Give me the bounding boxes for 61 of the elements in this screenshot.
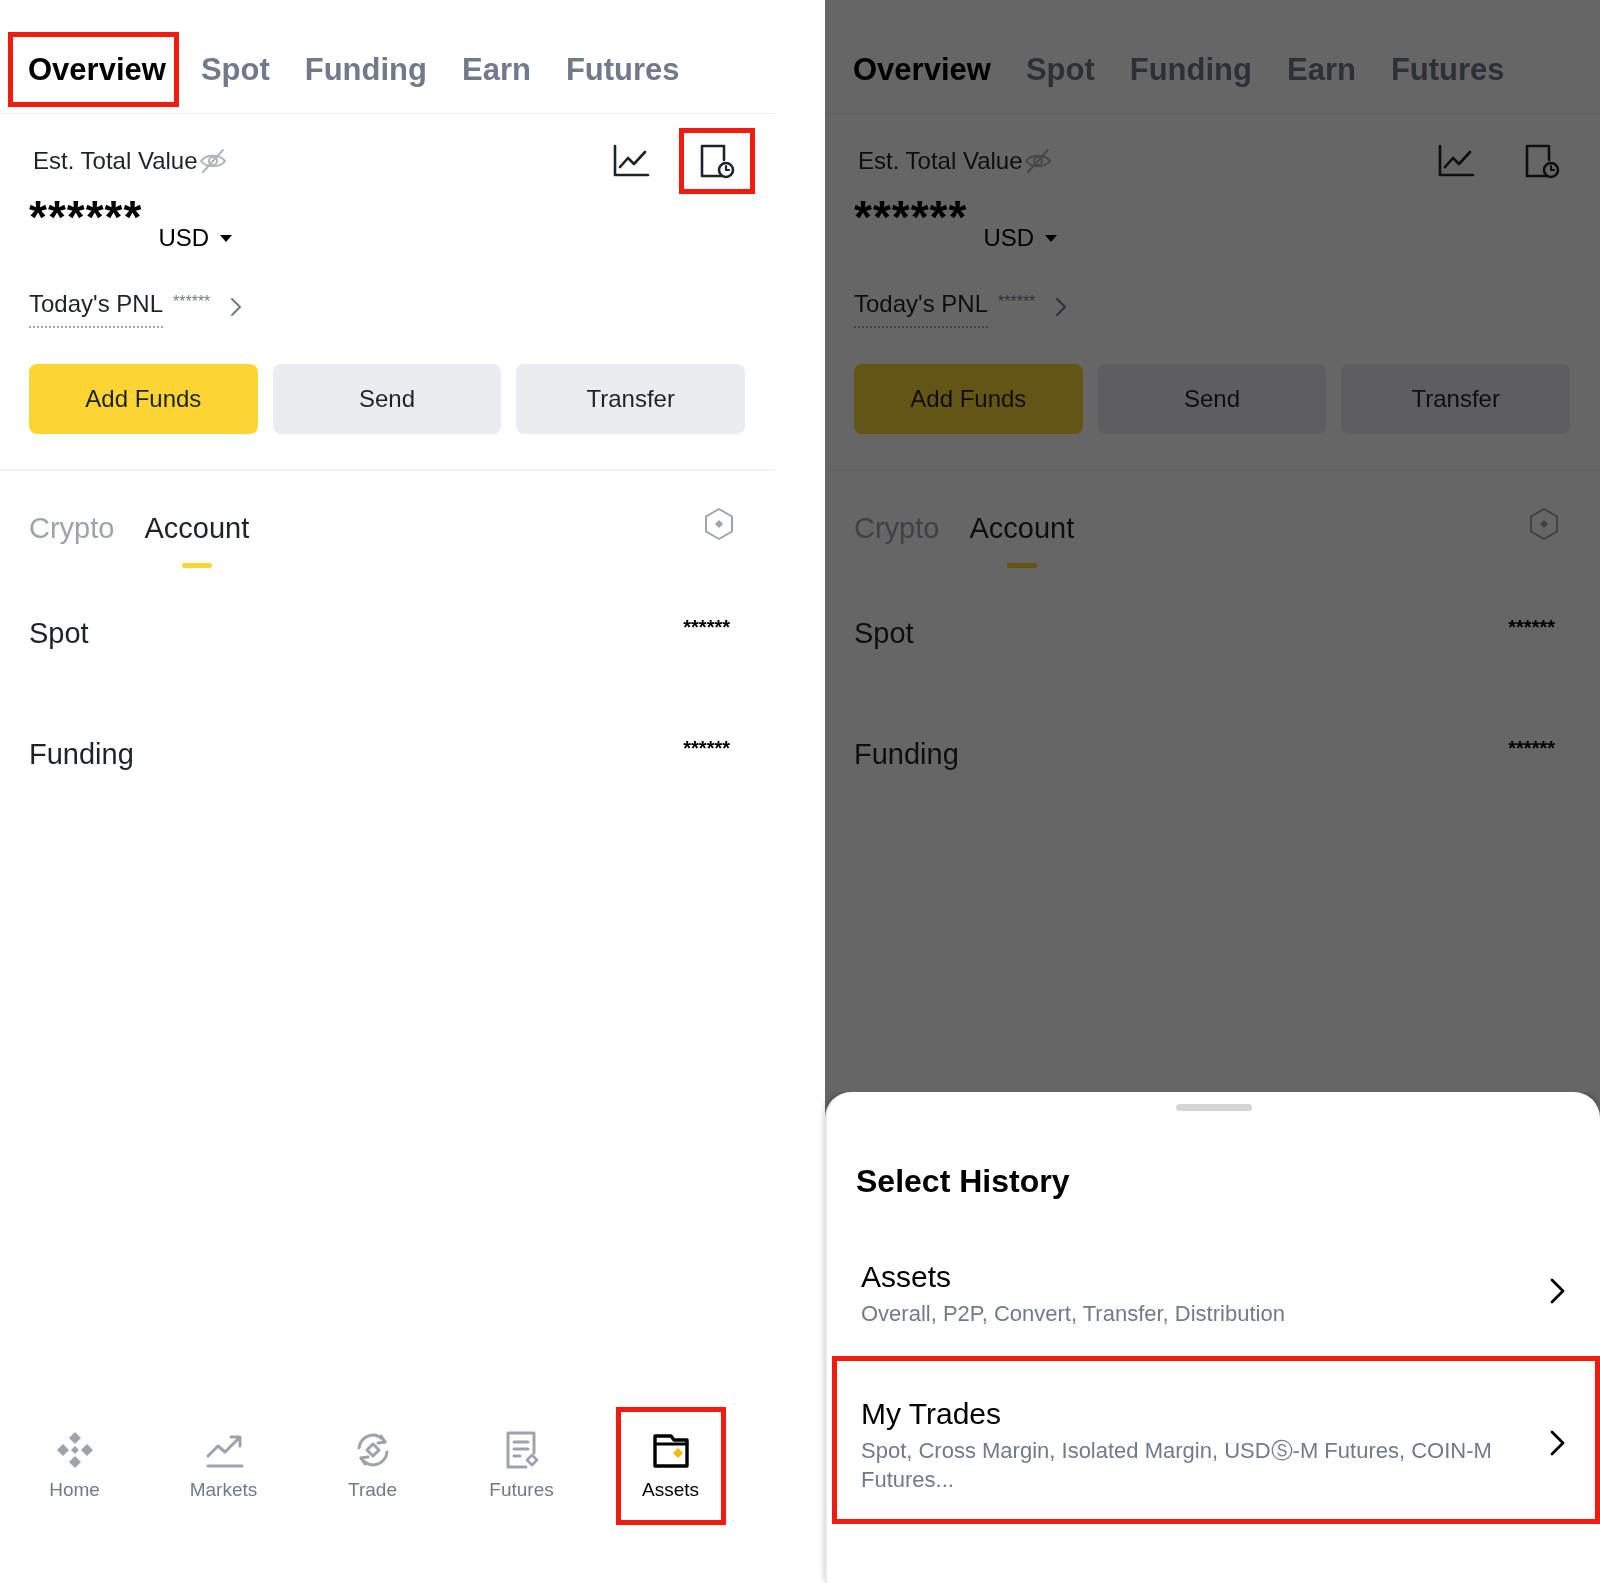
chevron-right-icon bbox=[1550, 1429, 1565, 1456]
account-balance: ****** bbox=[683, 614, 730, 640]
account-name: Funding bbox=[29, 736, 134, 772]
action-button[interactable]: Add Funds bbox=[29, 364, 258, 434]
action-button[interactable]: Transfer bbox=[516, 364, 745, 434]
caret-icon bbox=[1044, 233, 1059, 243]
document-clock-icon bbox=[1523, 143, 1561, 179]
account-name: Funding bbox=[854, 736, 959, 772]
account-name: Spot bbox=[29, 615, 89, 651]
sheet-title: Select History bbox=[855, 1162, 1071, 1201]
caret-icon bbox=[219, 233, 234, 243]
hexagon-icon bbox=[1528, 507, 1560, 541]
tab[interactable]: Spot bbox=[1005, 31, 1108, 108]
tab[interactable]: Overview bbox=[833, 31, 1004, 108]
nav-item[interactable]: Home bbox=[19, 1406, 130, 1525]
tab[interactable]: Funding bbox=[284, 31, 440, 108]
total-value-label: Est. Total Value bbox=[33, 146, 198, 176]
tab[interactable]: Futures bbox=[545, 31, 693, 108]
chevron-right-icon bbox=[230, 297, 243, 317]
total-value: ****** bbox=[29, 194, 143, 240]
chevron-right-icon bbox=[1550, 1278, 1565, 1305]
action-button[interactable]: Send bbox=[1097, 364, 1327, 434]
tab[interactable]: Futures bbox=[1370, 31, 1518, 108]
pnl-value: ****** bbox=[998, 292, 1036, 312]
currency-dropdown[interactable]: USD bbox=[983, 220, 1059, 256]
history-option[interactable]: Assets Overall, P2P, Convert, Transfer, Distribution bbox=[832, 1235, 1600, 1348]
total-value-label: Est. Total Value bbox=[858, 146, 1023, 176]
tab[interactable]: Overview bbox=[8, 31, 179, 108]
total-value: ****** bbox=[854, 194, 968, 240]
document-clock-icon bbox=[698, 143, 736, 179]
hexagon-icon bbox=[703, 507, 735, 541]
sub-tab[interactable]: Account bbox=[969, 507, 1075, 568]
nav-item[interactable]: Trade bbox=[317, 1406, 428, 1525]
account-balance: ****** bbox=[1508, 735, 1555, 761]
pnl-label: Today's PNL bbox=[854, 286, 988, 328]
account-balance: ****** bbox=[683, 735, 730, 761]
line-chart-icon bbox=[612, 143, 650, 179]
chevron-right-icon bbox=[1055, 297, 1068, 317]
tab[interactable]: Funding bbox=[1109, 31, 1265, 108]
nav-item[interactable]: Futures bbox=[466, 1406, 577, 1525]
account-balance: ****** bbox=[1508, 614, 1555, 640]
nav-item[interactable]: Markets bbox=[168, 1406, 279, 1525]
action-button[interactable]: Transfer bbox=[1341, 364, 1570, 434]
history-option[interactable]: My Trades Spot, Cross Margin, Isolated Margin, USDⓈ-M Futures, COIN-M Futures... bbox=[832, 1355, 1600, 1525]
action-button[interactable]: Send bbox=[272, 364, 502, 434]
pnl-value: ****** bbox=[173, 292, 211, 312]
sub-tab[interactable]: Crypto bbox=[29, 507, 115, 551]
pnl-label: Today's PNL bbox=[29, 286, 163, 328]
drag-handle[interactable] bbox=[1175, 1104, 1252, 1111]
eye-slash-icon bbox=[197, 148, 228, 174]
sub-tab[interactable]: Account bbox=[144, 507, 250, 568]
eye-slash-icon bbox=[1022, 148, 1053, 174]
history-button[interactable] bbox=[679, 128, 755, 194]
action-button[interactable]: Add Funds bbox=[854, 364, 1083, 434]
nav-item[interactable]: Assets bbox=[615, 1406, 726, 1525]
account-name: Spot bbox=[854, 615, 914, 651]
currency-dropdown[interactable]: USD bbox=[158, 220, 234, 256]
tab[interactable]: Spot bbox=[180, 31, 283, 108]
line-chart-icon bbox=[1437, 143, 1475, 179]
tab[interactable]: Earn bbox=[442, 31, 544, 108]
tab[interactable]: Earn bbox=[1267, 31, 1369, 108]
